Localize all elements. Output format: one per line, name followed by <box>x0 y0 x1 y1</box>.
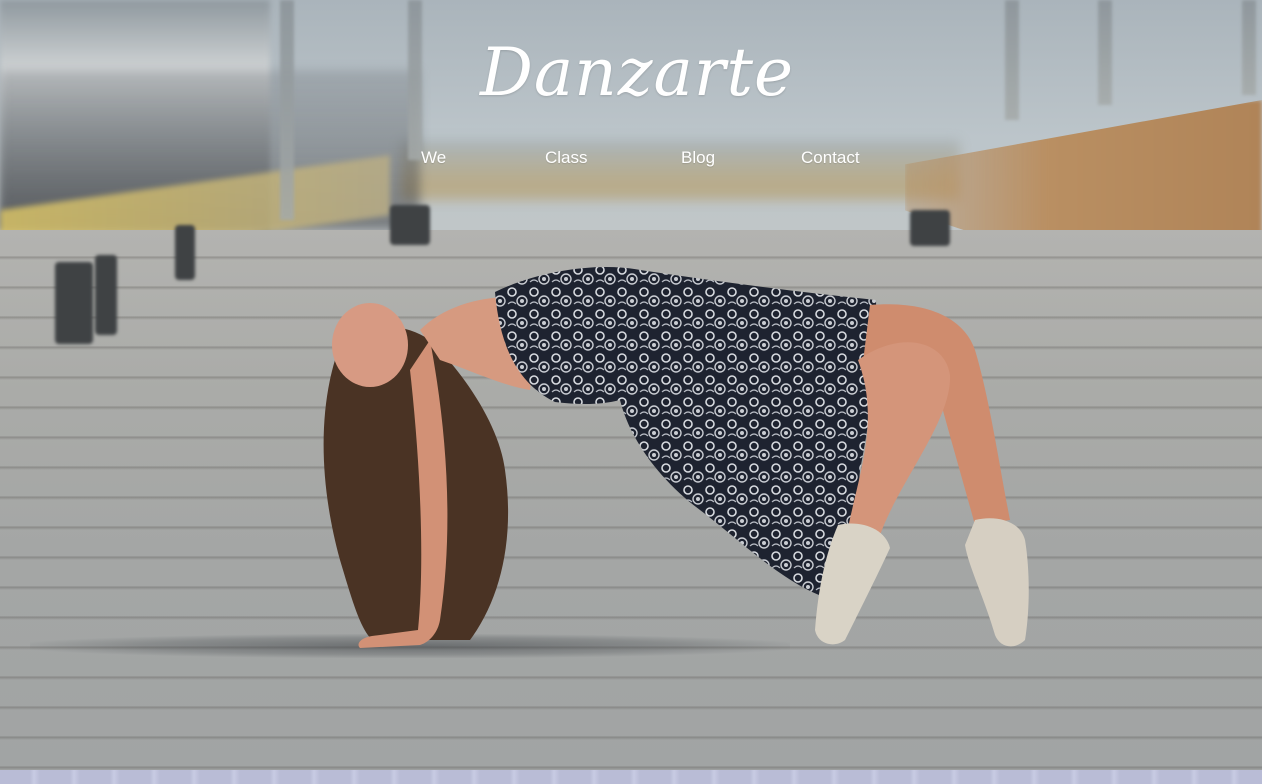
pointe-shoe-right <box>965 518 1029 647</box>
main-navigation: We Class Blog Contact <box>0 146 1262 170</box>
nav-item-class[interactable]: Class <box>545 146 588 170</box>
bottom-pattern-strip <box>0 770 1262 784</box>
dancer-dress <box>495 266 877 600</box>
nav-item-contact[interactable]: Contact <box>801 146 860 170</box>
nav-item-blog[interactable]: Blog <box>681 146 715 170</box>
nav-item-we[interactable]: We <box>421 146 446 170</box>
dancer-head <box>332 303 408 387</box>
site-logo[interactable]: Danzarte <box>480 28 793 118</box>
